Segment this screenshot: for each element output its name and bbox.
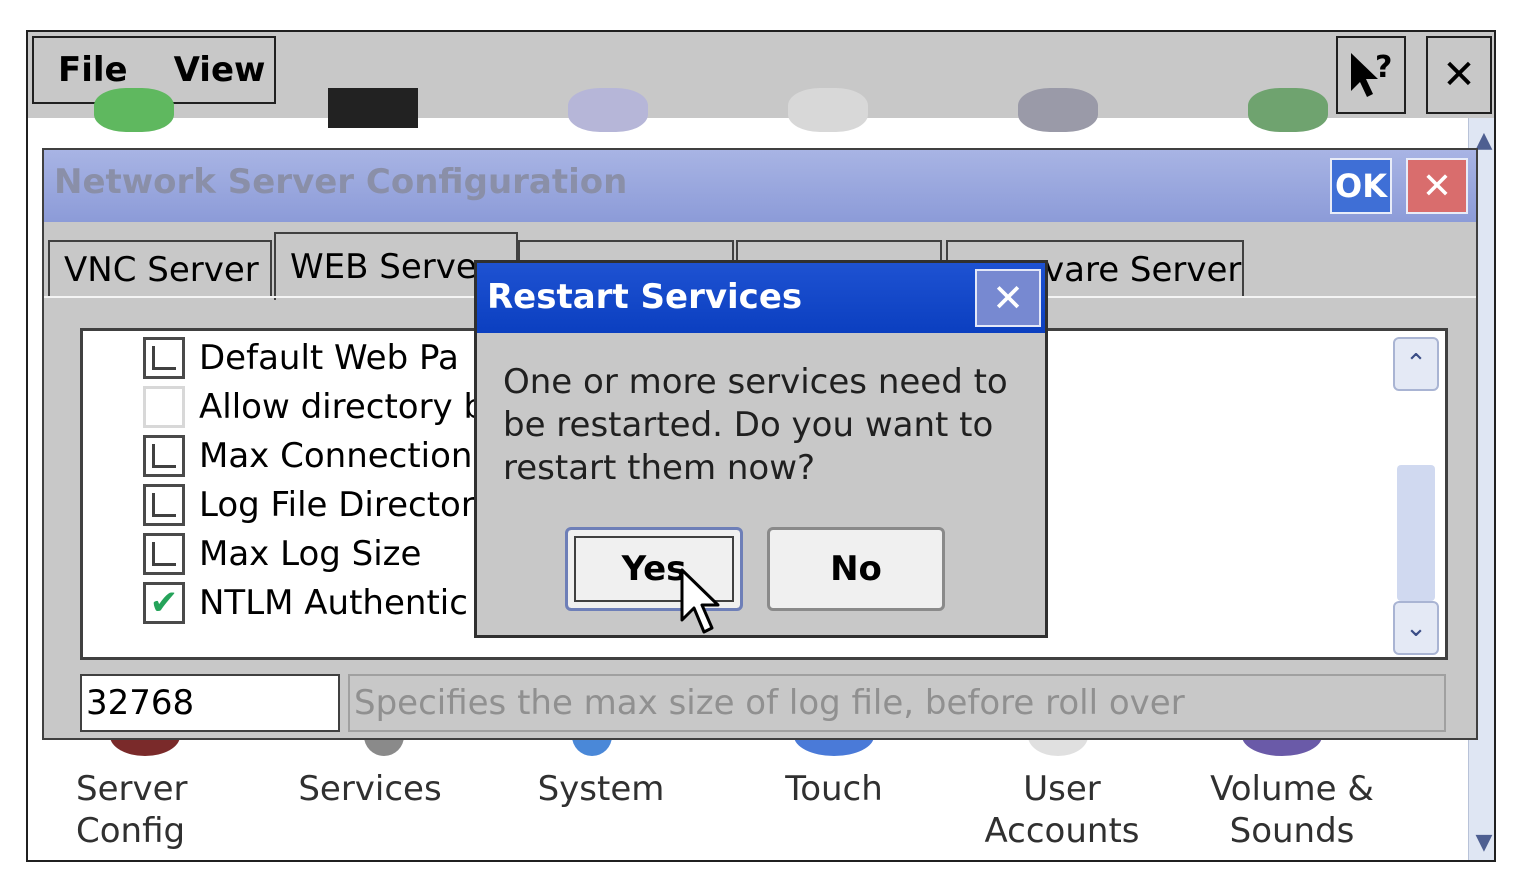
- list-item[interactable]: Log File Director: [143, 482, 475, 528]
- list-item[interactable]: Allow directory b: [143, 384, 485, 430]
- list-item[interactable]: ✔ NTLM Authentic: [143, 580, 468, 626]
- touch-label[interactable]: Touch: [764, 768, 904, 810]
- partial-icon: [1248, 88, 1328, 132]
- dialog-title: Restart Services: [487, 277, 803, 317]
- window-title: Network Server Configuration: [54, 162, 628, 202]
- ok-button[interactable]: OK: [1330, 158, 1392, 214]
- services-label[interactable]: Services: [290, 768, 450, 810]
- partial-icon: [1018, 88, 1098, 132]
- value-input[interactable]: 32768: [80, 674, 340, 732]
- server-config-label[interactable]: Server Config: [76, 768, 206, 852]
- description-field: Specifies the max size of log file, befo…: [348, 674, 1446, 732]
- window-close-button[interactable]: ✕: [1406, 158, 1468, 214]
- mouse-cursor-icon: [680, 568, 720, 634]
- list-scrollbar[interactable]: ⌃ ⌄: [1393, 337, 1439, 655]
- volume-sounds-label[interactable]: Volume & Sounds: [1202, 768, 1382, 852]
- svg-text:?: ?: [1375, 50, 1392, 85]
- menu-view[interactable]: View: [174, 50, 266, 90]
- tab-vnc-server[interactable]: VNC Server: [48, 240, 272, 298]
- user-accounts-label[interactable]: User Accounts: [972, 768, 1152, 852]
- partial-icon: [328, 88, 418, 128]
- restart-services-dialog: Restart Services ✕ One or more services …: [474, 260, 1048, 638]
- checkmark-icon[interactable]: ✔: [143, 582, 185, 624]
- no-button[interactable]: No: [767, 527, 945, 611]
- list-item[interactable]: Max Log Size: [143, 531, 421, 577]
- scroll-down-icon[interactable]: ▼: [1469, 824, 1494, 860]
- checkbox[interactable]: [143, 435, 185, 477]
- scroll-down-icon[interactable]: ⌄: [1393, 601, 1439, 655]
- dialog-message: One or more services need to be restarte…: [503, 362, 1008, 488]
- window-title-bar: Network Server Configuration OK ✕: [44, 150, 1476, 222]
- partial-icon: [788, 88, 868, 132]
- app-close-button[interactable]: ✕: [1426, 36, 1492, 114]
- checkbox[interactable]: [143, 533, 185, 575]
- partial-icon: [94, 88, 174, 132]
- partial-icon: [568, 88, 648, 132]
- list-item[interactable]: Default Web Pa: [143, 335, 459, 381]
- dialog-title-bar: Restart Services ✕: [477, 263, 1045, 333]
- scroll-up-icon[interactable]: ⌃: [1393, 337, 1439, 391]
- dialog-close-button[interactable]: ✕: [975, 269, 1041, 327]
- list-item[interactable]: Max Connection: [143, 433, 472, 479]
- system-label[interactable]: System: [526, 768, 676, 810]
- checkbox[interactable]: [143, 337, 185, 379]
- help-button[interactable]: ?: [1336, 36, 1406, 114]
- menu-file[interactable]: File: [58, 50, 128, 90]
- checkbox[interactable]: [143, 484, 185, 526]
- checkbox[interactable]: [143, 386, 185, 428]
- device-screen: File View ? ✕ Server Config Services Sys…: [26, 30, 1496, 862]
- pointer-help-icon: ?: [1351, 50, 1392, 97]
- scroll-thumb[interactable]: [1397, 465, 1435, 601]
